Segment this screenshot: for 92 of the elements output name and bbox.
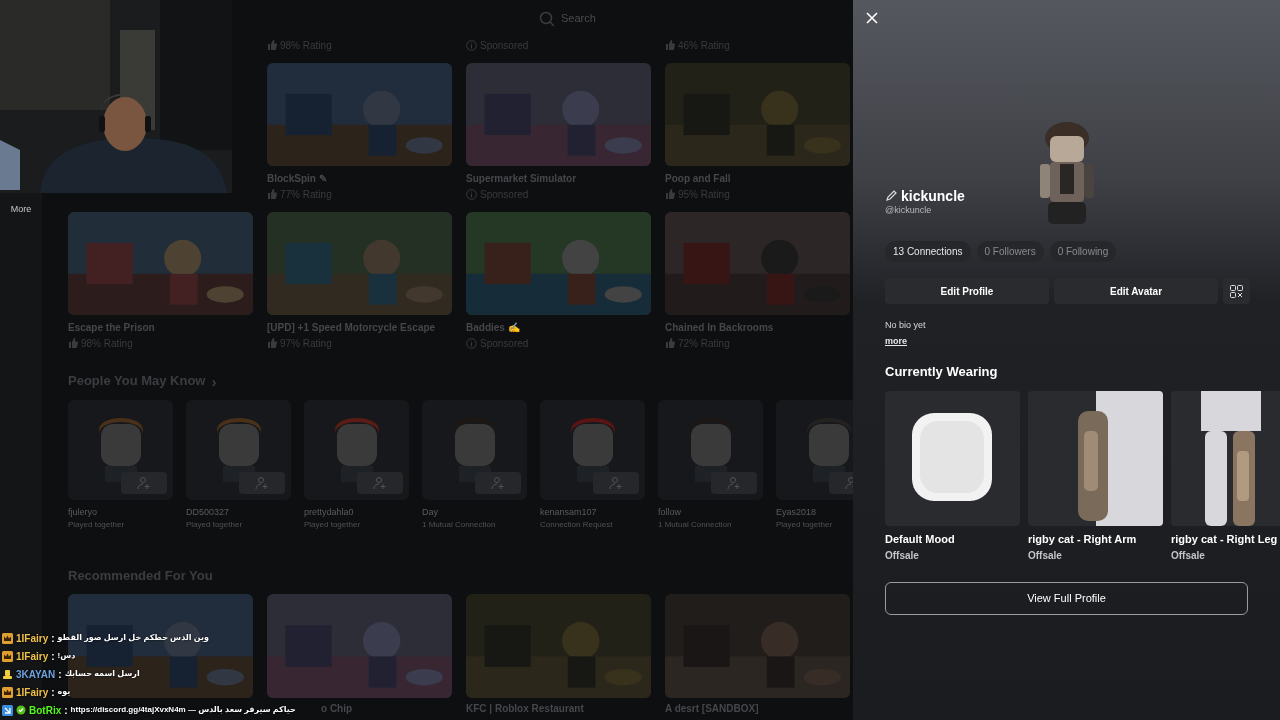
person-note: 1 Mutual Connection bbox=[422, 520, 496, 530]
person-name[interactable]: Day bbox=[422, 507, 438, 518]
chat-message: يوه bbox=[57, 686, 71, 698]
chat-username: 1IFairy bbox=[16, 685, 49, 700]
person-name[interactable]: DD500327 bbox=[186, 507, 230, 518]
person-note: Played together bbox=[304, 520, 361, 530]
add-friend-button[interactable] bbox=[239, 472, 285, 494]
add-friend-button[interactable] bbox=[475, 472, 521, 494]
add-friend-button[interactable] bbox=[593, 472, 639, 494]
stat-pill[interactable]: 0 Followers bbox=[976, 241, 1044, 262]
chat-separator: : bbox=[51, 631, 55, 646]
game-title[interactable]: KFC | Roblox Restaurant bbox=[466, 703, 584, 715]
add-friend-button[interactable] bbox=[121, 472, 167, 494]
chat-message: وين الدس حطكم خل ارسل صور القطو bbox=[57, 632, 209, 644]
person-name[interactable]: fjuleryo bbox=[68, 507, 97, 518]
qr-button[interactable] bbox=[1223, 278, 1250, 304]
thumbs-up-icon bbox=[267, 40, 277, 50]
crown-badge-icon bbox=[2, 686, 13, 698]
profile-button[interactable]: Edit Profile bbox=[885, 278, 1049, 304]
game-title[interactable]: Chained In Backrooms bbox=[665, 322, 850, 334]
stat-pill[interactable]: 0 Following bbox=[1049, 241, 1117, 262]
person-note: Played together bbox=[186, 520, 243, 530]
chat-separator: : bbox=[51, 685, 55, 700]
more-link[interactable]: more bbox=[885, 336, 907, 347]
chat-message: https://discord.gg/4tajXvxN4m — حياكم سيرفر سعد بالدس bbox=[70, 704, 296, 716]
view-profile-button[interactable]: View Full Profile bbox=[885, 582, 1248, 615]
search-field[interactable]: Search bbox=[561, 10, 761, 27]
add-friend-icon bbox=[491, 476, 505, 490]
add-friend-button[interactable] bbox=[357, 472, 403, 494]
item-status: Offsale bbox=[1171, 550, 1206, 562]
hat-badge-icon bbox=[2, 668, 13, 680]
thumbs-up-icon bbox=[267, 189, 277, 199]
game-title[interactable]: o Chip bbox=[321, 703, 353, 715]
sidebar-item[interactable]: More bbox=[10, 203, 32, 217]
item-status: Offsale bbox=[1028, 550, 1063, 562]
game-title[interactable]: Baddies ✍ bbox=[466, 322, 651, 334]
item-name[interactable]: rigby cat - Right Leg bbox=[1171, 533, 1280, 546]
qr-code-icon bbox=[1230, 284, 1243, 298]
chat-username: BotRix bbox=[29, 703, 62, 718]
add-friend-icon bbox=[255, 476, 269, 490]
display-name: kickuncle bbox=[901, 186, 965, 206]
item-name[interactable]: Default Mood bbox=[885, 533, 1020, 546]
info-icon bbox=[466, 337, 477, 349]
person-name[interactable]: kenansam107 bbox=[540, 507, 597, 518]
person-name[interactable]: prettydahla0 bbox=[304, 507, 354, 518]
game-title[interactable]: [UPD] +1 Speed Motorcycle Escape bbox=[267, 322, 452, 334]
pencil-icon[interactable] bbox=[885, 190, 897, 202]
game-title[interactable]: A desrt [SANDBOX] bbox=[665, 703, 759, 715]
add-friend-icon bbox=[727, 476, 741, 490]
crown-badge-icon bbox=[2, 650, 13, 662]
info-icon bbox=[466, 39, 477, 51]
person-name[interactable]: Eyas2018 bbox=[776, 507, 817, 518]
add-friend-icon bbox=[373, 476, 387, 490]
thumbs-up-icon bbox=[665, 40, 675, 50]
search-icon bbox=[539, 10, 555, 27]
chat-message: دس! bbox=[57, 650, 76, 662]
add-friend-button[interactable] bbox=[711, 472, 757, 494]
person-note: Played together bbox=[776, 520, 833, 530]
crown-badge-icon bbox=[2, 632, 13, 644]
chevron-icon[interactable]: › bbox=[211, 373, 217, 389]
close-icon bbox=[866, 12, 878, 24]
person-note: Played together bbox=[68, 520, 125, 530]
bio-text: No bio yet bbox=[885, 320, 927, 331]
person-note: 1 Mutual Connection bbox=[658, 520, 732, 530]
thumbs-up-icon bbox=[267, 338, 277, 348]
add-friend-icon bbox=[137, 476, 151, 490]
item-name[interactable]: rigby cat - Right Arm bbox=[1028, 533, 1163, 546]
bot-badge-icon bbox=[2, 704, 13, 716]
username: @kickuncle bbox=[885, 205, 933, 216]
profile-button[interactable]: Edit Avatar bbox=[1054, 278, 1218, 304]
section-heading: Currently Wearing bbox=[885, 364, 999, 380]
verified-icon bbox=[16, 705, 26, 715]
add-friend-icon bbox=[609, 476, 623, 490]
thumbs-up-icon bbox=[665, 338, 675, 348]
chat-username: 1IFairy bbox=[16, 649, 49, 664]
stat-pill[interactable]: 13 Connections bbox=[885, 241, 971, 262]
thumbs-up-icon bbox=[68, 338, 78, 348]
game-title[interactable]: Supermarket Simulator bbox=[466, 173, 651, 185]
chat-separator: : bbox=[58, 667, 62, 682]
game-title[interactable]: Escape the Prison bbox=[68, 322, 253, 334]
close-button[interactable] bbox=[864, 10, 880, 26]
chat-username: 1IFairy bbox=[16, 631, 49, 646]
chat-message: ارسل اسمه حسابك bbox=[64, 668, 140, 680]
chat-separator: : bbox=[51, 649, 55, 664]
item-status: Offsale bbox=[885, 550, 920, 562]
game-title[interactable]: Poop and Fall bbox=[665, 173, 850, 185]
info-icon bbox=[466, 188, 477, 200]
thumbs-up-icon bbox=[665, 189, 675, 199]
person-name[interactable]: follow bbox=[658, 507, 681, 518]
chat-separator: : bbox=[64, 703, 68, 718]
chat-username: 3KAYAN bbox=[16, 667, 56, 682]
game-title[interactable]: BlockSpin ✎ bbox=[267, 173, 452, 185]
